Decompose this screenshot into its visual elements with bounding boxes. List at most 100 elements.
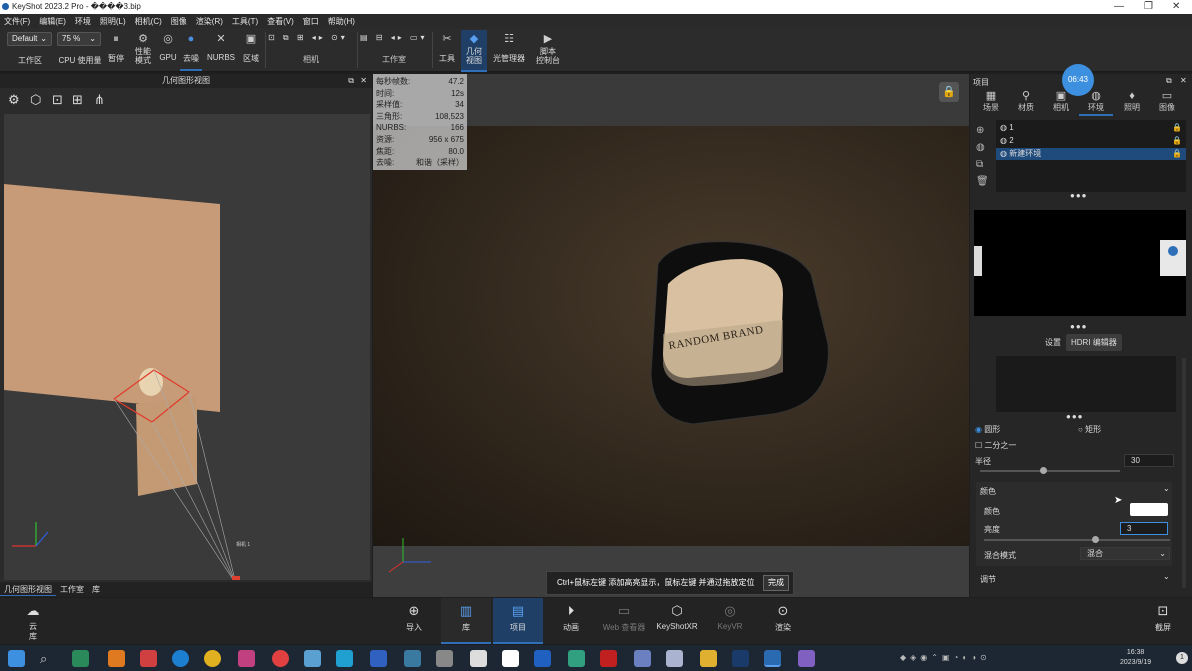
- camera-tools-icons[interactable]: ⊡ ⧉ ⊞ ◂▸ ⊙▾: [268, 33, 356, 43]
- keyvr-button[interactable]: ◎ KeyVR: [705, 602, 755, 631]
- zoom-select[interactable]: 75 % ⌄: [57, 32, 101, 46]
- axes-icon[interactable]: ⋔: [94, 92, 105, 108]
- menu-edit[interactable]: 编辑(E): [39, 16, 66, 27]
- chrome-browser-icon[interactable]: [204, 650, 221, 667]
- notification-badge[interactable]: 1: [1176, 652, 1188, 664]
- tab-image[interactable]: ▭ 图像: [1150, 90, 1184, 113]
- menu-lighting[interactable]: 照明(L): [100, 16, 126, 27]
- tab-environment[interactable]: ◍ 环境: [1079, 90, 1113, 116]
- file-explorer-icon[interactable]: [700, 650, 717, 667]
- menu-image[interactable]: 图像: [171, 16, 187, 27]
- menu-window[interactable]: 窗口: [303, 16, 319, 27]
- panel-scrollbar[interactable]: [1182, 358, 1186, 588]
- more-dots-icon[interactable]: ●●●: [1070, 322, 1088, 331]
- tab-lighting[interactable]: ♦ 照明: [1115, 90, 1149, 113]
- tab-library[interactable]: 库: [88, 584, 104, 595]
- tab-camera[interactable]: ▣ 相机: [1044, 90, 1078, 113]
- radius-slider-handle[interactable]: [1040, 467, 1047, 474]
- done-button[interactable]: 完成: [763, 575, 789, 591]
- clock[interactable]: 16:38 2023/9/19: [1120, 648, 1151, 668]
- hdri-pin[interactable]: [1168, 246, 1178, 256]
- grid-icon[interactable]: ⊞: [72, 92, 83, 108]
- menu-view[interactable]: 查看(V): [267, 16, 294, 27]
- minimize-button[interactable]: —: [1114, 1, 1124, 12]
- menu-render[interactable]: 渲染(R): [196, 16, 223, 27]
- settings-gear-icon[interactable]: ⚙: [8, 92, 20, 108]
- add-environment-icon[interactable]: ⊕: [976, 122, 989, 139]
- color-section-title[interactable]: 颜色: [980, 486, 996, 497]
- tools-button[interactable]: ✂ 工具: [436, 33, 458, 64]
- taskbar-app-icon[interactable]: [108, 650, 125, 667]
- color-swatch[interactable]: [1130, 503, 1168, 516]
- shape-rect-radio[interactable]: ○ 矩形: [1078, 424, 1101, 435]
- photoshop-icon[interactable]: [732, 650, 749, 667]
- menu-environment[interactable]: 环境: [75, 16, 91, 27]
- denoise-button[interactable]: ● 去噪: [180, 33, 202, 71]
- close-button[interactable]: ✕: [1172, 1, 1180, 12]
- render-button[interactable]: ⊙ 渲染: [758, 602, 808, 633]
- search-icon[interactable]: ⌕: [40, 650, 57, 667]
- edge-browser-icon[interactable]: [172, 650, 189, 667]
- web-viewer-button[interactable]: ▭ Web 查看器: [599, 602, 649, 633]
- taskbar-app-icon[interactable]: [600, 650, 617, 667]
- region-button[interactable]: ▣ 区域: [240, 33, 262, 64]
- brightness-slider[interactable]: [984, 536, 1170, 543]
- brightness-slider-handle[interactable]: [1092, 536, 1099, 543]
- geometry-view-button[interactable]: ◆ 几何 视图: [461, 30, 487, 72]
- adjust-section-title[interactable]: 调节: [980, 574, 996, 585]
- taskbar-app-icon[interactable]: [272, 650, 289, 667]
- shape-circle-radio[interactable]: ◉ 圆形: [975, 424, 1000, 435]
- cloud-library-button[interactable]: ☁ 云 库: [8, 602, 58, 642]
- menu-file[interactable]: 文件(F): [4, 16, 30, 27]
- half-checkbox[interactable]: ☐ 二分之一: [975, 440, 1016, 451]
- geometry-viewport[interactable]: 相机 1: [4, 114, 370, 580]
- close-panel-icon[interactable]: ✕: [1180, 76, 1187, 85]
- taskbar-app-icon[interactable]: [798, 650, 815, 667]
- environment-item-2[interactable]: ◍ 2 🔒: [996, 135, 1186, 147]
- performance-mode-button[interactable]: ⚙ 性能 模式: [130, 33, 156, 65]
- nurbs-button[interactable]: ✕ NURBS: [206, 33, 236, 62]
- taskbar-app-icon[interactable]: [470, 650, 487, 667]
- globe-add-icon[interactable]: ◍: [976, 139, 989, 156]
- taskbar-app-icon[interactable]: [336, 650, 353, 667]
- radius-input[interactable]: 30: [1124, 454, 1174, 467]
- lock-icon[interactable]: 🔒: [939, 82, 959, 102]
- maximize-button[interactable]: ❐: [1144, 1, 1153, 12]
- render-viewport[interactable]: RANDOM BRAND 每秒帧数: 47.2 时间: 12s 采样值: 34 三角形…: [373, 74, 969, 597]
- gpu-button[interactable]: ◎ GPU: [157, 33, 179, 62]
- chevron-down-icon[interactable]: ⌄: [1163, 572, 1170, 581]
- more-dots-icon[interactable]: ●●●: [1070, 191, 1088, 200]
- taskbar-app-icon[interactable]: [72, 650, 89, 667]
- delete-icon[interactable]: 🗑: [976, 173, 989, 190]
- menu-camera[interactable]: 相机(C): [135, 16, 162, 27]
- cube-view-icon[interactable]: ⬡: [30, 92, 41, 108]
- taskbar-app-icon[interactable]: [370, 650, 387, 667]
- taskbar-app-icon[interactable]: [502, 650, 519, 667]
- hdri-editor-canvas[interactable]: [996, 356, 1176, 412]
- taskbar-app-icon[interactable]: [666, 650, 683, 667]
- undock-icon[interactable]: ⧉: [1166, 76, 1172, 86]
- tab-settings[interactable]: 设置: [1040, 334, 1066, 351]
- pause-button[interactable]: ⏸ 暂停: [104, 33, 128, 64]
- library-button[interactable]: ▥ 库: [441, 598, 491, 644]
- more-dots-icon[interactable]: ●●●: [1066, 412, 1084, 421]
- environment-item-1[interactable]: ◍ 1 🔒: [996, 122, 1186, 134]
- light-manager-button[interactable]: ☷ 光管理器: [490, 33, 528, 64]
- tab-hdri-editor[interactable]: HDRI 编辑器: [1066, 334, 1122, 351]
- import-button[interactable]: ⊕ 导入: [389, 602, 439, 633]
- taskbar-app-icon[interactable]: [140, 650, 157, 667]
- animation-button[interactable]: ⏵ 动画: [546, 602, 596, 633]
- studio-tools-icons[interactable]: ▤ ⊟ ◂▸ ▭▾: [360, 33, 430, 42]
- taskbar-app-icon[interactable]: [304, 650, 321, 667]
- taskbar-app-icon[interactable]: [568, 650, 585, 667]
- taskbar-app-icon[interactable]: [404, 650, 421, 667]
- taskbar-app-icon[interactable]: [238, 650, 255, 667]
- screenshot-button[interactable]: ⊡ 截屏: [1138, 602, 1188, 633]
- blend-mode-select[interactable]: 混合 ⌄: [1080, 547, 1170, 560]
- brightness-input[interactable]: 3: [1120, 522, 1168, 535]
- cpu-usage-button[interactable]: CPU 使用量: [56, 55, 104, 66]
- duplicate-icon[interactable]: ⧉: [976, 156, 989, 173]
- tab-material[interactable]: ⚲ 材质: [1009, 90, 1043, 113]
- tab-geometry-view[interactable]: 几何图形视图: [0, 584, 56, 596]
- workspace-select[interactable]: Default ⌄: [7, 32, 52, 46]
